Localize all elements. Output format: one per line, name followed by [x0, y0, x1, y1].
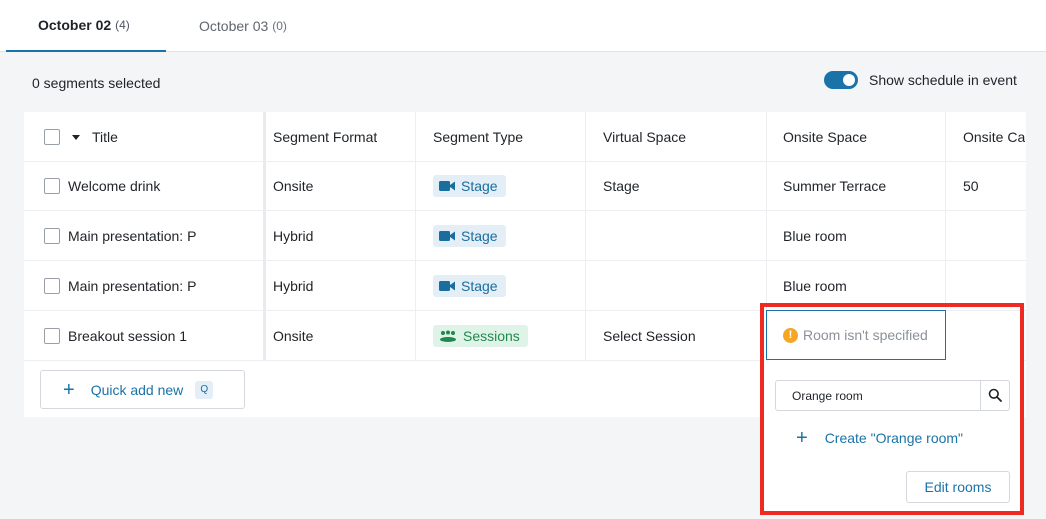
show-schedule-label: Show schedule in event: [869, 72, 1017, 88]
row-onsite-space[interactable]: Blue room: [783, 261, 847, 311]
show-schedule-control: Show schedule in event: [824, 71, 1017, 89]
table-row[interactable]: Main presentation: P Hybrid Stage Blue r…: [24, 211, 1026, 261]
table-row[interactable]: Main presentation: P Hybrid Stage Blue r…: [24, 261, 1026, 311]
table-header-row: Title Segment Format Segment Type Virtua…: [24, 112, 1026, 162]
badge-label: Stage: [461, 178, 498, 194]
tab-october-03[interactable]: October 03 (0): [199, 0, 287, 52]
header-onsite-capacity[interactable]: Onsite Ca: [963, 112, 1025, 162]
segment-type-badge[interactable]: Stage: [433, 225, 506, 247]
segment-type-badge[interactable]: Stage: [433, 275, 506, 297]
tab-label: October 03: [199, 18, 269, 34]
row-checkbox[interactable]: [44, 278, 60, 294]
row-format: Hybrid: [273, 228, 314, 244]
group-icon: [440, 330, 456, 342]
row-checkbox[interactable]: [44, 228, 60, 244]
segment-type-badge[interactable]: Sessions: [433, 325, 528, 347]
row-checkbox[interactable]: [44, 178, 60, 194]
video-camera-icon: [439, 281, 455, 291]
quick-add-new-button[interactable]: + Quick add new Q: [40, 370, 245, 409]
row-virtual-space[interactable]: Select Session: [603, 311, 696, 361]
tab-label: October 02: [38, 17, 112, 33]
table-row[interactable]: Welcome drink Onsite Stage Stage Summer …: [24, 161, 1026, 211]
tab-count: (4): [115, 18, 130, 32]
quick-add-label: Quick add new: [90, 381, 184, 398]
plus-icon: +: [796, 427, 808, 449]
row-onsite-space[interactable]: Summer Terrace: [783, 161, 886, 211]
row-virtual-space[interactable]: Stage: [603, 161, 640, 211]
room-search-field: [775, 380, 1010, 411]
badge-label: Sessions: [463, 328, 520, 344]
header-segment-type[interactable]: Segment Type: [433, 112, 523, 162]
video-camera-icon: [439, 181, 455, 191]
header-onsite-space[interactable]: Onsite Space: [783, 112, 867, 162]
show-schedule-toggle[interactable]: [824, 71, 858, 89]
row-title[interactable]: Main presentation: P: [68, 211, 203, 261]
row-title[interactable]: Breakout session 1: [68, 311, 203, 361]
select-all-control: [44, 112, 80, 162]
toggle-knob: [843, 74, 855, 86]
segment-type-badge[interactable]: Stage: [433, 175, 506, 197]
plus-icon: +: [63, 378, 75, 401]
room-dropdown: + Create "Orange room" Edit rooms: [760, 360, 1024, 514]
row-onsite-capacity[interactable]: 50: [963, 161, 979, 211]
row-format: Hybrid: [273, 278, 314, 294]
warning-icon: !: [783, 327, 798, 343]
search-icon[interactable]: [988, 388, 1002, 402]
onsite-space-placeholder: Room isn't specified: [803, 327, 928, 343]
header-title[interactable]: Title: [92, 112, 118, 162]
header-segment-format[interactable]: Segment Format: [273, 112, 377, 162]
video-camera-icon: [439, 231, 455, 241]
row-format: Onsite: [273, 328, 314, 344]
create-room-option[interactable]: + Create "Orange room": [796, 426, 963, 450]
search-divider: [980, 381, 981, 410]
row-checkbox[interactable]: [44, 328, 60, 344]
select-all-checkbox[interactable]: [44, 129, 60, 145]
onsite-space-selector[interactable]: ! Room isn't specified: [766, 310, 946, 360]
keyboard-shortcut-badge: Q: [195, 380, 214, 399]
row-format: Onsite: [273, 178, 314, 194]
select-options-dropdown-icon[interactable]: [72, 134, 80, 140]
badge-label: Stage: [461, 278, 498, 294]
room-search-input[interactable]: [776, 381, 981, 410]
date-tabs: October 02 (4) October 03 (0): [0, 0, 1046, 52]
create-room-label: Create "Orange room": [824, 430, 964, 446]
selection-count: 0 segments selected: [32, 75, 161, 91]
row-title[interactable]: Main presentation: P: [68, 261, 203, 311]
header-virtual-space[interactable]: Virtual Space: [603, 112, 686, 162]
badge-label: Stage: [461, 228, 498, 244]
tab-october-02[interactable]: October 02 (4): [6, 0, 166, 52]
row-onsite-space[interactable]: Blue room: [783, 211, 847, 261]
edit-rooms-button[interactable]: Edit rooms: [906, 471, 1010, 503]
tab-count: (0): [272, 19, 287, 33]
row-title[interactable]: Welcome drink: [68, 161, 203, 211]
